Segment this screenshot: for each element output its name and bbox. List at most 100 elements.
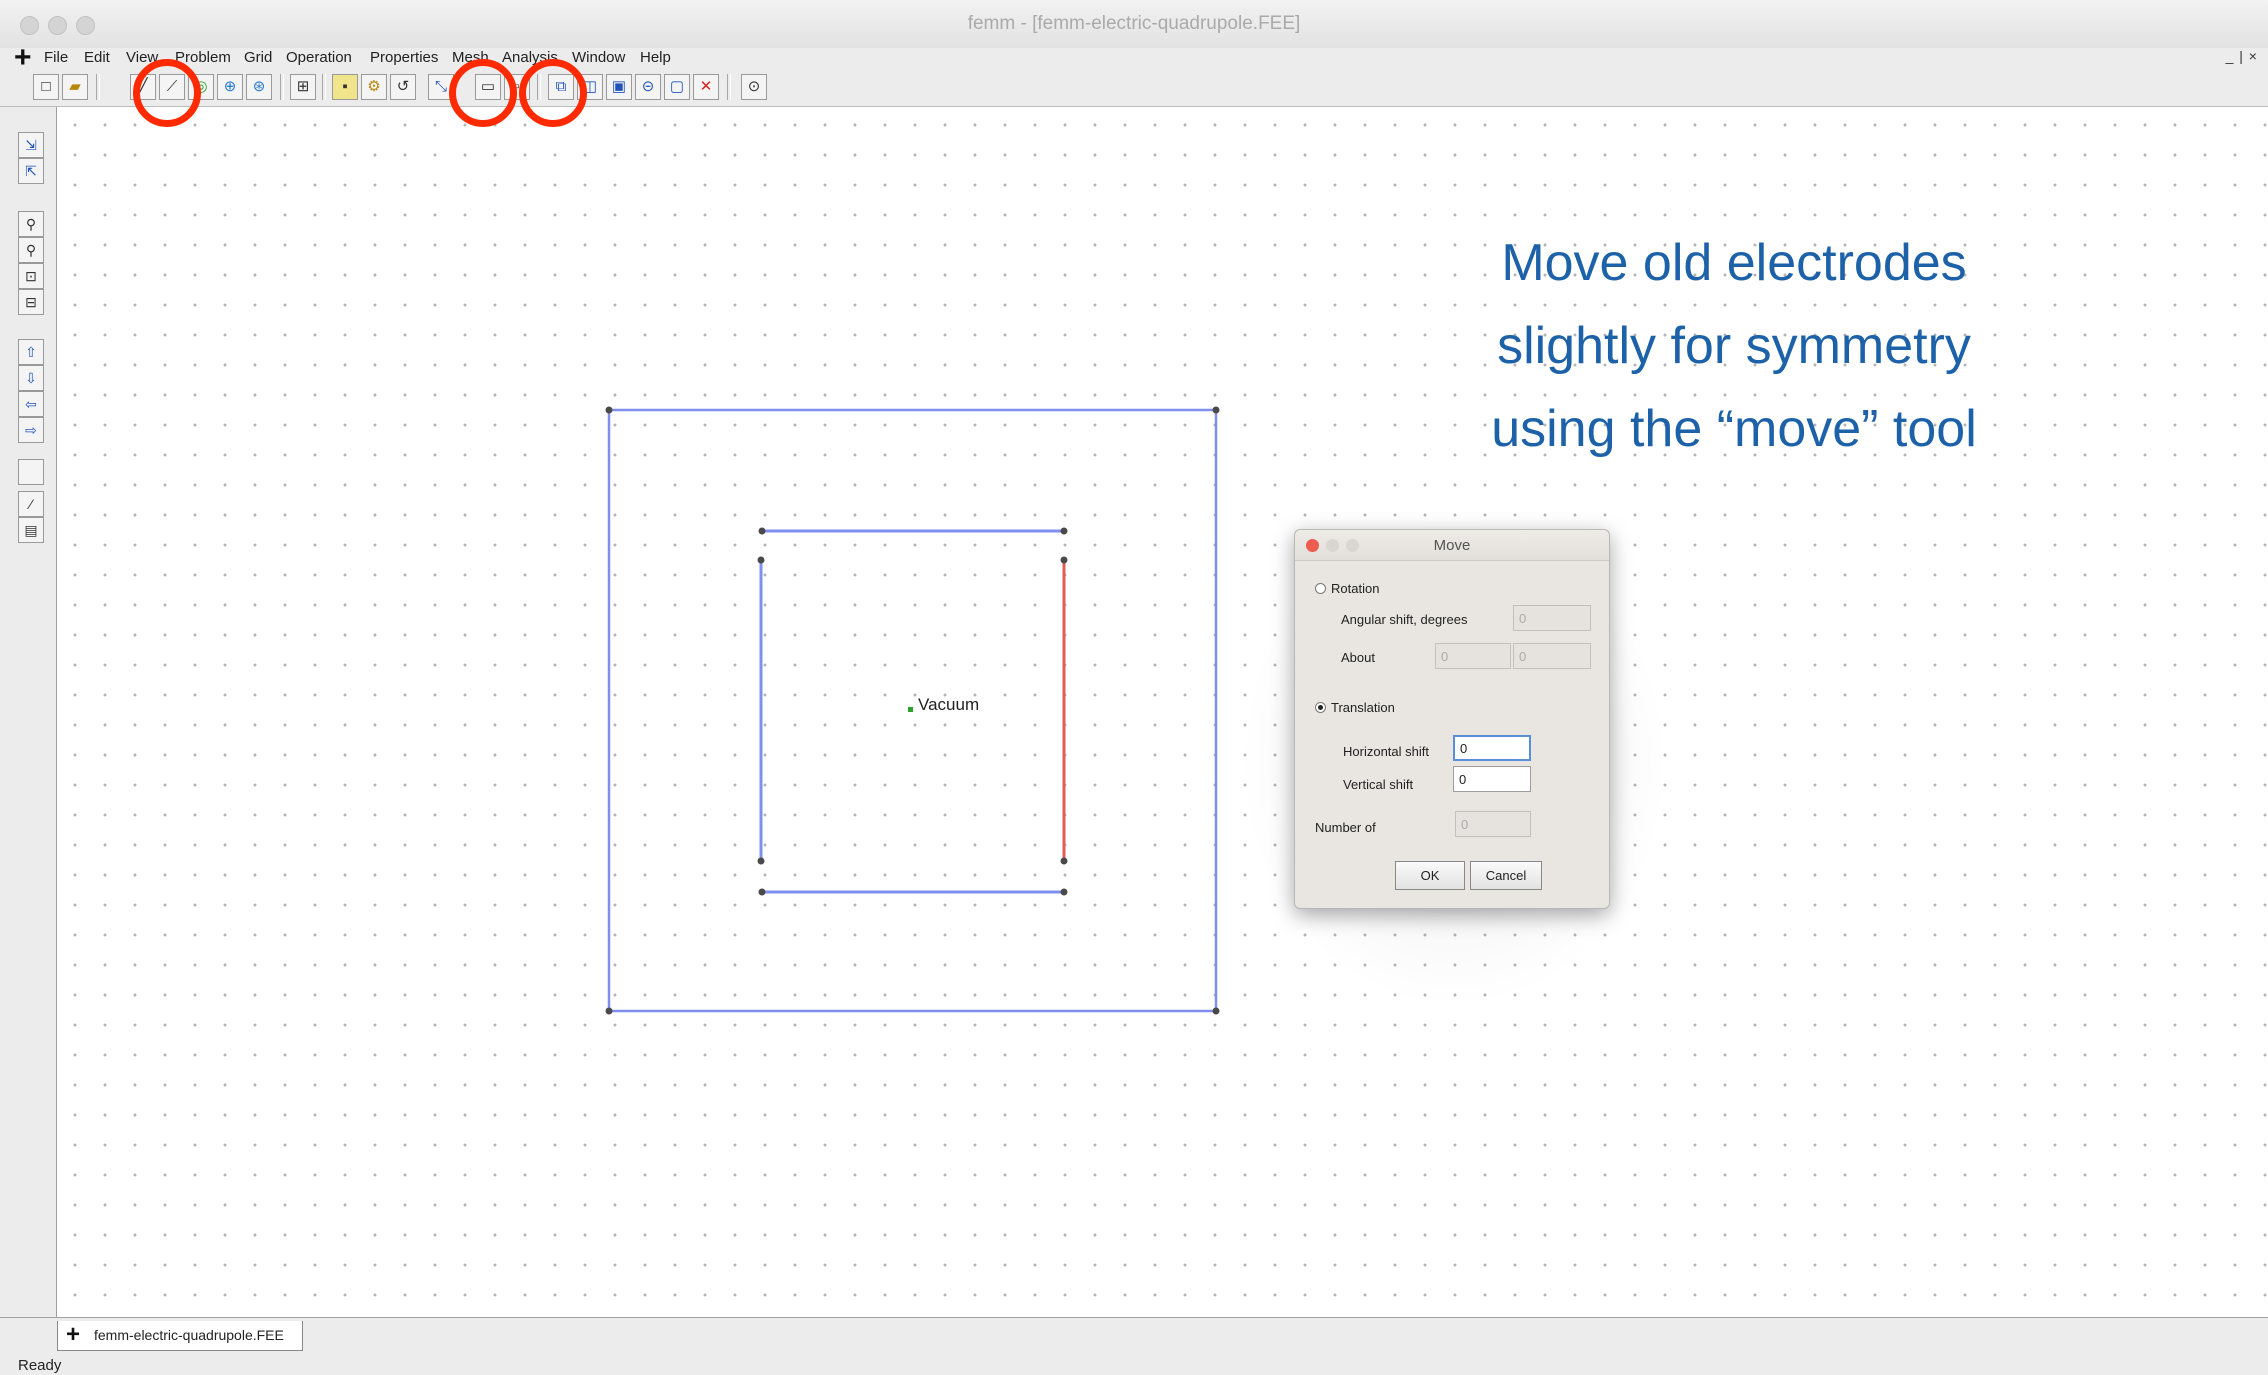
translation-label: Translation — [1331, 700, 1395, 715]
pan-right-icon: ⇨ — [25, 422, 37, 438]
about-y-input[interactable] — [1513, 643, 1591, 669]
operate-on-groups-icon: ⊛ — [252, 78, 266, 95]
delete-icon: ✕ — [699, 78, 713, 95]
number-of-label: Number of — [1315, 820, 1376, 835]
pan-right-button[interactable]: ⇨ — [18, 417, 44, 443]
undo-icon: ↺ — [396, 78, 410, 95]
dialog-title-bar: Move — [1295, 530, 1609, 561]
zoom-out-icon: ⚲ — [25, 242, 37, 258]
snap-grid-icon: ▪ — [342, 78, 348, 95]
rotation-label: Rotation — [1331, 581, 1380, 596]
zoom-in-button[interactable]: ⚲ — [18, 211, 44, 237]
zoom-natural-icon: ⇱ — [25, 163, 37, 179]
operate-on-groups-button[interactable]: ⊛ — [246, 74, 272, 100]
document-tab-label: femm-electric-quadrupole.FEE — [94, 1327, 284, 1343]
highlight-circle-segments-tool — [133, 59, 201, 127]
delete-button[interactable]: ✕ — [693, 74, 719, 100]
menu-help[interactable]: Help — [640, 49, 671, 66]
analyze-button[interactable]: ⁄ — [18, 491, 44, 517]
new-file-icon: □ — [41, 78, 51, 95]
menu-grid[interactable]: Grid — [244, 49, 272, 66]
show-grid-button[interactable]: ⊞ — [290, 74, 316, 100]
angular-shift-label: Angular shift, degrees — [1341, 612, 1468, 627]
zoom-out-button[interactable]: ⚲ — [18, 237, 44, 263]
zoom-natural-button[interactable]: ⇱ — [18, 158, 44, 184]
view-results-button[interactable]: ▤ — [18, 517, 44, 543]
operate-on-block-labels-button[interactable]: ⊕ — [217, 74, 243, 100]
menu-operation[interactable]: Operation — [286, 49, 352, 66]
document-tab[interactable]: + femm-electric-quadrupole.FEE — [57, 1321, 303, 1351]
blank-button[interactable] — [18, 459, 44, 485]
window-title: femm - [femm-electric-quadrupole.FEE] — [967, 13, 1301, 34]
instruction-annotation: Move old electrodes slightly for symmetr… — [1424, 222, 2044, 471]
pan-left-button[interactable]: ⇦ — [18, 391, 44, 417]
zoom-window-button[interactable]: ⊡ — [18, 263, 44, 289]
about-x-input[interactable] — [1435, 643, 1511, 669]
main-toolbar: □ ▰ ╱ ⟋ ◎ ⊕ ⊛ ⊞ ▪ ⚙ ↺ ⤡ ▭ ▫ ⧉ ◫ ▣ ⊝ ▢ ✕ … — [0, 68, 2268, 107]
angular-shift-input[interactable] — [1513, 605, 1591, 631]
mesh-sizing-button[interactable]: ▢ — [664, 74, 690, 100]
menu-bar: + File Edit View Problem Grid Operation … — [0, 43, 2268, 73]
mdi-window-controls[interactable]: _ | × — [2226, 48, 2258, 64]
zoom-fit-icon: ⊟ — [25, 294, 37, 310]
status-bar: Ready — [0, 1357, 2268, 1375]
pan-up-button[interactable]: ⇧ — [18, 339, 44, 365]
highlight-circle-move-tool — [519, 59, 587, 127]
toolbar-separator — [96, 74, 100, 100]
set-grid-button[interactable]: ⚙ — [361, 74, 387, 100]
run-mesher-icon: ⊙ — [747, 78, 761, 95]
open-file-icon: ▰ — [69, 78, 81, 95]
zoom-in-icon: ⚲ — [25, 216, 37, 232]
menu-window[interactable]: Window — [572, 49, 625, 66]
analyze-icon: ⁄ — [29, 496, 33, 512]
region-label-vacuum[interactable]: Vacuum — [918, 695, 979, 715]
ok-button[interactable]: OK — [1395, 861, 1465, 890]
annotation-line-3: using the “move” tool — [1491, 400, 1977, 458]
move-dialog: Move Rotation Angular shift, degrees Abo… — [1294, 529, 1610, 909]
set-grid-icon: ⚙ — [367, 78, 381, 95]
about-label: About — [1341, 650, 1375, 665]
toolbar-separator — [727, 74, 731, 100]
undo-button[interactable]: ↺ — [390, 74, 416, 100]
new-file-button[interactable]: □ — [33, 74, 59, 100]
zoom-window-icon: ⊡ — [25, 268, 37, 284]
toolbar-separator — [280, 74, 284, 100]
offset-button[interactable]: ⊝ — [635, 74, 661, 100]
view-results-icon: ▤ — [24, 522, 38, 538]
create-open-boundary-icon: ▣ — [611, 78, 627, 95]
show-grid-icon: ⊞ — [296, 78, 310, 95]
femm-app-icon[interactable]: + — [14, 43, 32, 73]
status-text: Ready — [18, 1357, 62, 1374]
snap-grid-button[interactable]: ▪ — [332, 74, 358, 100]
rotation-radio[interactable] — [1315, 583, 1326, 594]
cancel-button[interactable]: Cancel — [1470, 861, 1542, 890]
copy-icon: ⤡ — [434, 78, 447, 95]
run-mesher-button[interactable]: ⊙ — [741, 74, 767, 100]
menu-edit[interactable]: Edit — [84, 49, 110, 66]
zoom-fit-button[interactable]: ⊟ — [18, 289, 44, 315]
zoom-previous-icon: ⇲ — [25, 137, 37, 153]
document-tab-bar: + femm-electric-quadrupole.FEE — [0, 1317, 2268, 1358]
operate-on-block-labels-icon: ⊕ — [223, 78, 237, 95]
femm-document-icon: + — [66, 1321, 81, 1348]
number-of-copies-input[interactable] — [1455, 811, 1531, 837]
horizontal-shift-label: Horizontal shift — [1343, 744, 1429, 759]
menu-properties[interactable]: Properties — [370, 49, 438, 66]
open-file-button[interactable]: ▰ — [62, 74, 88, 100]
create-open-boundary-button[interactable]: ▣ — [606, 74, 632, 100]
annotation-line-2: slightly for symmetry — [1497, 317, 1971, 375]
zoom-previous-button[interactable]: ⇲ — [18, 132, 44, 158]
offset-icon: ⊝ — [641, 78, 655, 95]
toolbar-separator — [322, 74, 326, 100]
translation-radio[interactable] — [1315, 702, 1326, 713]
window-title-bar: femm - [femm-electric-quadrupole.FEE] — [0, 0, 2268, 49]
pan-left-icon: ⇦ — [25, 396, 37, 412]
horizontal-shift-input[interactable] — [1453, 735, 1531, 761]
pan-down-button[interactable]: ⇩ — [18, 365, 44, 391]
dialog-title: Move — [1433, 537, 1471, 554]
annotation-line-1: Move old electrodes — [1501, 234, 1967, 292]
block-label-marker[interactable] — [908, 707, 913, 712]
pan-down-icon: ⇩ — [25, 370, 37, 386]
menu-file[interactable]: File — [44, 49, 68, 66]
vertical-shift-input[interactable] — [1453, 766, 1531, 792]
